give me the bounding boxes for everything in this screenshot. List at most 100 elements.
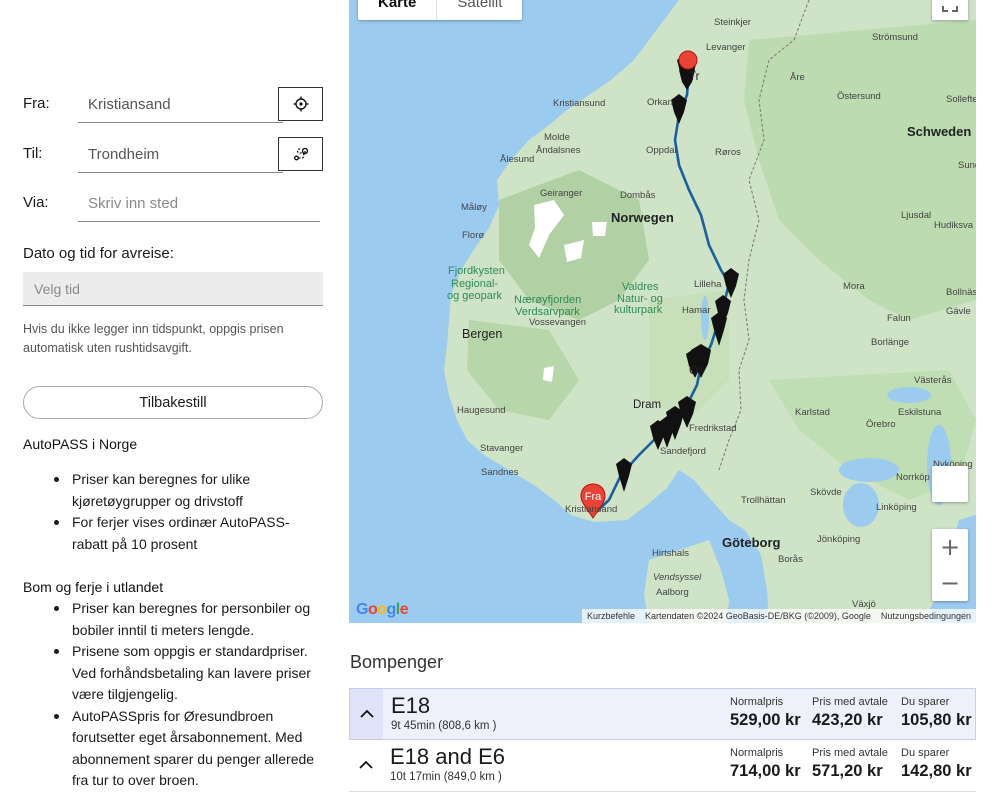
via-input[interactable] <box>78 186 320 222</box>
lake <box>701 296 709 340</box>
map-label: Schweden <box>907 124 971 139</box>
map-label: Røros <box>715 147 741 158</box>
route-row-e18[interactable]: E18 9t 45min (808,6 km ) Normalpris 529,… <box>349 688 976 740</box>
price-value: 105,80 kr <box>901 711 972 729</box>
collapse-button[interactable] <box>349 740 382 790</box>
route-form-panel: Fra: Til: Via: Dato og tid f <box>0 0 340 795</box>
normal-price: Normalpris 714,00 kr <box>730 747 801 781</box>
map-label: Orkan <box>647 97 673 108</box>
norway-info-title: AutoPASS i Norge <box>23 436 138 452</box>
map-label: Mora <box>843 281 865 292</box>
map-label: Borås <box>778 554 803 565</box>
price-header: Normalpris <box>730 696 784 708</box>
start-marker-label: Fra <box>585 491 602 503</box>
map-label: Vossevangen <box>529 317 586 328</box>
chevron-up-icon <box>358 760 373 769</box>
abroad-info-list: Priser kan beregnes for personbiler og b… <box>48 598 318 792</box>
route-row-e18-e6[interactable]: E18 and E6 10t 17min (849,0 km ) Normalp… <box>349 740 976 792</box>
route-name: E18 <box>391 693 431 718</box>
route-meta: 10t 17min (849,0 km ) <box>390 771 502 783</box>
map-label: Örebro <box>866 419 896 430</box>
map-label: Florø <box>462 230 484 241</box>
price-header: Pris med avtale <box>812 747 888 759</box>
keyboard-shortcuts-link[interactable]: Kurzbefehle <box>582 611 640 621</box>
tab-map[interactable]: Karte <box>358 0 436 20</box>
map-label: Hudiksva <box>934 220 974 231</box>
current-location-button[interactable] <box>278 87 323 121</box>
map-label: Steinkjer <box>714 17 751 28</box>
map-label: Åre <box>790 72 805 83</box>
via-row: Via: <box>23 186 323 222</box>
map-label: Sundsv <box>958 160 976 171</box>
map-label: Geiranger <box>540 188 582 199</box>
reset-button[interactable]: Tilbakestill <box>23 386 323 419</box>
list-item: For ferjer vises ordinær AutoPASS-rabatt… <box>48 512 318 555</box>
price-header: Pris med avtale <box>812 696 888 708</box>
zoom-out-button[interactable]: − <box>932 565 968 601</box>
from-input[interactable] <box>78 87 283 123</box>
map-label: Lilleha <box>694 279 722 290</box>
map-attribution: Kurzbefehle Kartendaten ©2024 GeoBasis-D… <box>581 609 976 623</box>
time-hint: Hvis du ikke legger inn tidspunkt, oppgi… <box>23 322 284 355</box>
map-label: Levanger <box>706 42 746 53</box>
map-label: Jönköping <box>817 534 860 545</box>
map-data-credit: Kartendaten ©2024 GeoBasis-DE/BKG (©2009… <box>645 611 871 621</box>
map-label: Borlänge <box>871 337 909 348</box>
lake <box>839 458 899 482</box>
price-value: 714,00 kr <box>730 762 801 780</box>
route-map[interactable]: Fra Steinkjer Levanger Strömsund Åre Öst… <box>349 0 976 623</box>
savings: Du sparer 142,80 kr <box>901 747 972 781</box>
glacier <box>592 222 607 236</box>
via-label: Via: <box>23 194 49 211</box>
map-label: Norrköp <box>896 472 930 483</box>
map-label: Hamar <box>682 305 711 316</box>
map-label: kulturpark <box>614 304 663 316</box>
map-label: Bergen <box>462 327 502 341</box>
to-label: Til: <box>23 145 43 162</box>
swap-route-button[interactable] <box>278 137 323 171</box>
map-label: Gävle <box>946 306 971 317</box>
crosshair-icon <box>293 96 308 112</box>
map-label: Tr <box>689 71 700 83</box>
map-label: Haugesund <box>457 405 506 416</box>
list-item: Prisene som oppgis er standardpriser. Ve… <box>48 641 318 706</box>
price-header: Du sparer <box>901 696 950 708</box>
map-type-tabs: Karte Satellit <box>358 0 523 20</box>
destination-marker[interactable] <box>678 50 698 70</box>
map-label: og geopark <box>447 290 503 302</box>
price-value: 142,80 kr <box>901 762 972 780</box>
map-label: Stavanger <box>480 443 523 454</box>
map-label: Dram <box>633 399 661 411</box>
to-input[interactable] <box>78 137 283 173</box>
map-label: Skövde <box>810 487 842 498</box>
list-item: Priser kan beregnes for personbiler og b… <box>48 598 318 641</box>
map-label: Karlstad <box>795 407 830 418</box>
map-label: Måløy <box>461 202 487 213</box>
lake <box>843 483 879 527</box>
terms-link[interactable]: Nutzungsbedingungen <box>876 611 976 621</box>
map-label: Västerås <box>914 375 952 386</box>
street-view-button[interactable] <box>932 466 968 502</box>
map-label: Falun <box>887 313 911 324</box>
collapse-button[interactable] <box>350 689 383 739</box>
from-label: Fra: <box>23 95 50 112</box>
deal-price: Pris med avtale 423,20 kr <box>812 696 888 730</box>
map-label: Kristiansund <box>553 98 605 109</box>
time-input[interactable] <box>23 272 323 306</box>
map-label: Regional- <box>451 278 498 290</box>
fullscreen-button[interactable] <box>932 0 968 20</box>
map-label: Åndalsnes <box>536 145 581 156</box>
map-label: Fredrikstad <box>689 423 737 434</box>
list-item: Priser kan beregnes for ulike kjøretøygr… <box>48 469 318 512</box>
route-meta: 9t 45min (808,6 km ) <box>391 720 497 732</box>
zoom-in-button[interactable]: + <box>932 529 968 565</box>
map-label: Valdres <box>622 281 659 293</box>
to-row: Til: <box>23 137 323 173</box>
normal-price: Normalpris 529,00 kr <box>730 696 801 730</box>
tab-satellite[interactable]: Satellit <box>436 0 522 20</box>
lake <box>887 387 931 403</box>
map-label: Eskilstuna <box>898 407 942 418</box>
list-item: AutoPASSpris for Øresundbroen forutsette… <box>48 706 318 792</box>
map-canvas[interactable]: Fra Steinkjer Levanger Strömsund Åre Öst… <box>349 0 976 623</box>
savings: Du sparer 105,80 kr <box>901 696 972 730</box>
